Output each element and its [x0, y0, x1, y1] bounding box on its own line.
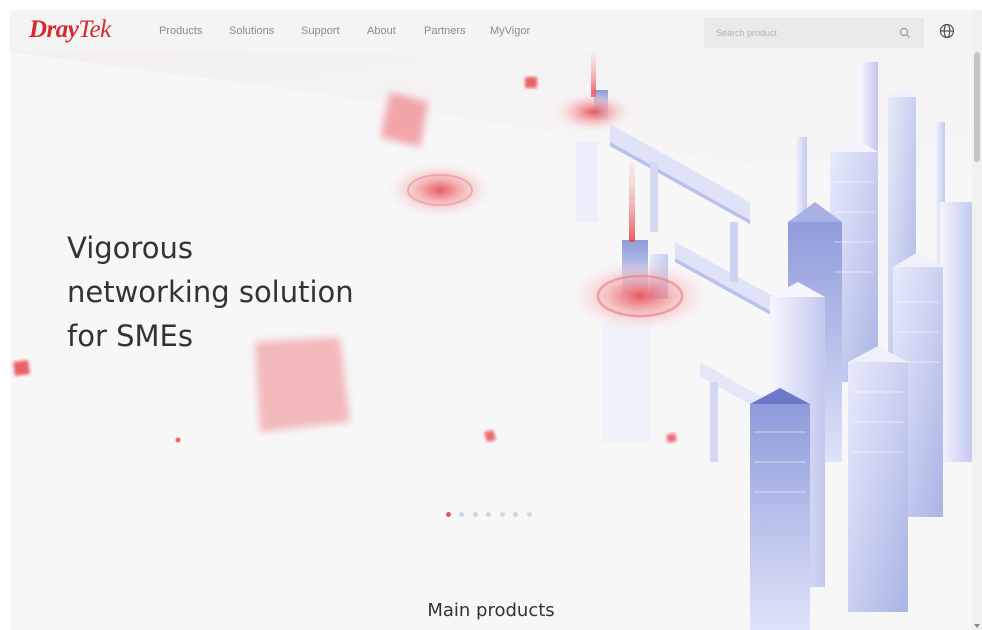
main-products-heading: Main products: [427, 600, 555, 621]
nav-myvigor[interactable]: MyVigor: [490, 25, 530, 37]
nav-about[interactable]: About: [367, 25, 396, 37]
logo-tek: Tek: [78, 16, 111, 43]
search-box: [704, 18, 924, 48]
search-input[interactable]: [704, 18, 906, 48]
carousel-dot-3[interactable]: [472, 512, 478, 517]
carousel-dot-5[interactable]: [499, 512, 505, 517]
hero-title-line: Vigorous: [67, 231, 193, 265]
page-scrollbar[interactable]: [972, 10, 982, 630]
light-beam: [591, 52, 596, 97]
browser-viewport: DrayTek Products Solutions Support About…: [10, 10, 972, 630]
nav-support[interactable]: Support: [301, 25, 340, 37]
hero-banner: Vigorous networking solution for SMEs Ma…: [10, 52, 972, 630]
top-navbar: DrayTek Products Solutions Support About…: [10, 10, 972, 52]
scroll-down-icon[interactable]: [974, 624, 980, 628]
carousel-dot-4[interactable]: [486, 512, 492, 517]
scrollbar-thumb[interactable]: [974, 52, 980, 162]
signal-ring: [386, 162, 494, 218]
nav-solutions[interactable]: Solutions: [229, 25, 274, 37]
hero-title-line: networking solution: [67, 275, 354, 309]
carousel-dot-2[interactable]: [459, 512, 465, 517]
search-icon[interactable]: [898, 26, 912, 40]
nav-partners[interactable]: Partners: [424, 25, 466, 37]
signal-ring: [553, 92, 633, 132]
logo-dray: Dray: [29, 16, 79, 43]
carousel-pagination: [446, 504, 536, 522]
hero-title-line: for SMEs: [67, 319, 193, 353]
hero-headline: Vigorous networking solution for SMEs: [67, 226, 407, 358]
carousel-dot-7[interactable]: [526, 512, 532, 517]
nav-products[interactable]: Products: [159, 25, 202, 37]
signal-ring: [568, 260, 712, 332]
draytek-logo[interactable]: DrayTek: [29, 16, 111, 44]
light-beam: [629, 162, 635, 242]
globe-icon[interactable]: [939, 23, 955, 39]
carousel-dot-1[interactable]: [446, 512, 451, 517]
carousel-dot-6[interactable]: [513, 512, 519, 517]
